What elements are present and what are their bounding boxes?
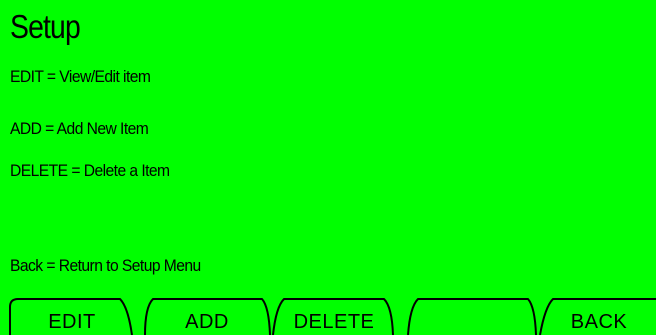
page-title: Setup: [10, 8, 81, 45]
delete-button[interactable]: [273, 299, 393, 335]
setup-screen: Setup EDIT = View/Edit item ADD = Add Ne…: [0, 0, 656, 335]
help-text-back: Back = Return to Setup Menu: [10, 256, 201, 275]
blank-softkey-button[interactable]: [408, 299, 536, 335]
softkey-bar: EDIT ADD DELETE BACK: [0, 293, 656, 335]
edit-button[interactable]: [10, 299, 132, 335]
help-text-delete: DELETE = Delete a Item: [10, 161, 170, 180]
back-button[interactable]: [540, 299, 656, 335]
help-text-add: ADD = Add New Item: [10, 119, 149, 138]
help-text-edit: EDIT = View/Edit item: [10, 67, 151, 86]
add-button[interactable]: [145, 299, 270, 335]
